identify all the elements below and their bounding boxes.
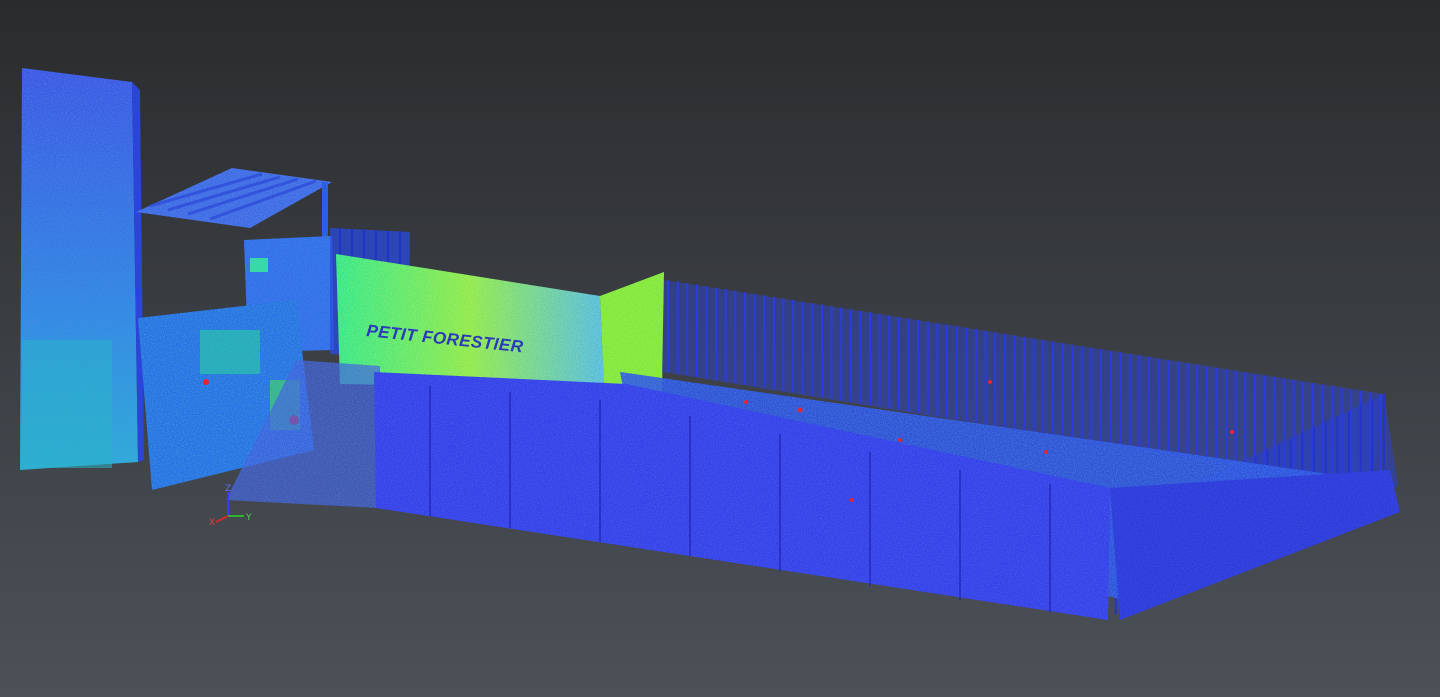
- y-axis-label: Y: [245, 513, 252, 523]
- z-axis-label: Z: [225, 484, 231, 494]
- tower-structure: [20, 68, 144, 470]
- point-cloud-scene: PETIT FORESTIER Z Y X: [20, 68, 1400, 620]
- point-cloud-viewport[interactable]: PETIT FORESTIER Z Y X: [0, 0, 1440, 697]
- x-axis-line: [215, 515, 229, 523]
- trailer: PETIT FORESTIER: [336, 254, 664, 392]
- x-axis-label: X: [209, 518, 215, 528]
